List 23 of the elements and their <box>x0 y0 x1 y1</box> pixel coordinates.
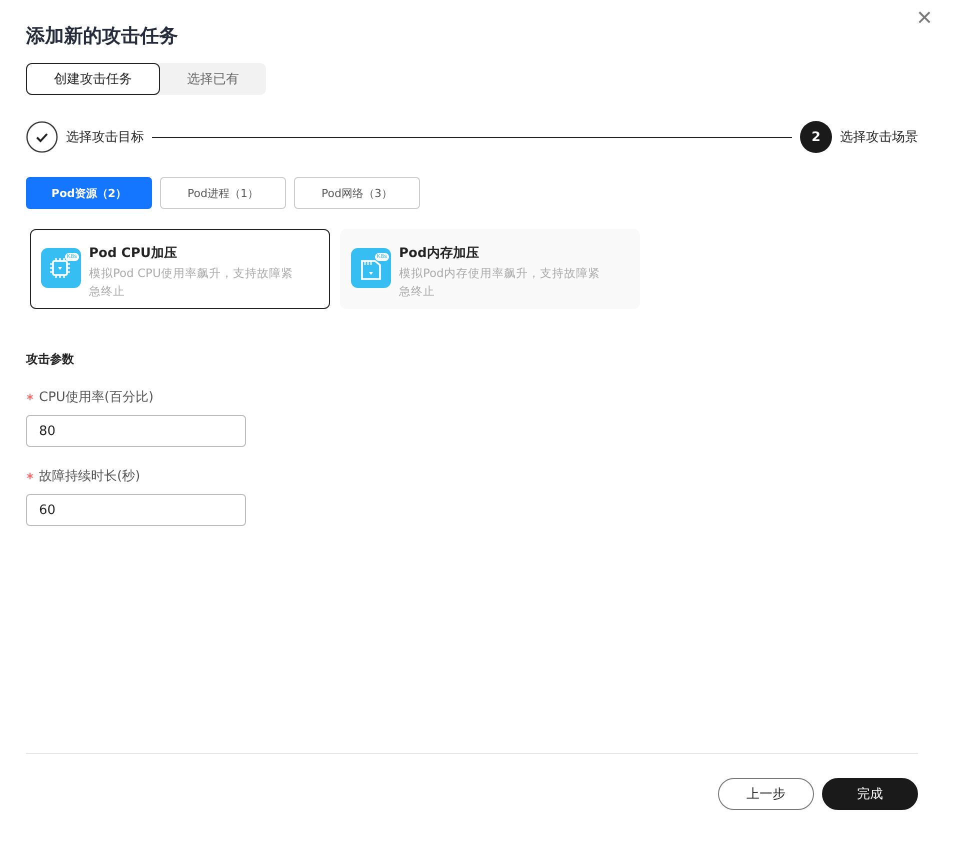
previous-button[interactable]: 上一步 <box>718 778 814 810</box>
memory-card-icon <box>351 248 391 288</box>
step-label: 选择攻击场景 <box>840 129 918 146</box>
field-label: CPU使用率(百分比) <box>39 389 154 406</box>
chip-icon <box>41 248 81 288</box>
scenario-description: 模拟Pod CPU使用率飙升，支持故障紧急终止 <box>89 265 294 300</box>
field-label: 故障持续时长(秒) <box>39 468 140 485</box>
mode-tab[interactable]: 选择已有 <box>160 63 266 95</box>
mode-tab[interactable]: 创建攻击任务 <box>26 63 160 95</box>
scenario-description: 模拟Pod内存使用率飙升，支持故障紧急终止 <box>399 265 601 300</box>
category-tab[interactable]: Pod进程（1） <box>160 177 286 209</box>
category-tab[interactable]: Pod网络（3） <box>294 177 420 209</box>
dialog-title: 添加新的攻击任务 <box>26 24 178 49</box>
scenario-title: Pod内存加压 <box>399 245 480 262</box>
step-number: 2 <box>800 121 832 153</box>
section-title: 攻击参数 <box>26 351 75 368</box>
scenario-title: Pod CPU加压 <box>89 245 178 262</box>
finish-button[interactable]: 完成 <box>822 778 918 810</box>
category-tab[interactable]: Pod资源（2） <box>26 177 152 209</box>
step-label: 选择攻击目标 <box>66 129 144 146</box>
input-field[interactable]: 60 <box>26 494 246 526</box>
input-field[interactable]: 80 <box>26 415 246 447</box>
close-button[interactable]: × <box>916 4 932 30</box>
